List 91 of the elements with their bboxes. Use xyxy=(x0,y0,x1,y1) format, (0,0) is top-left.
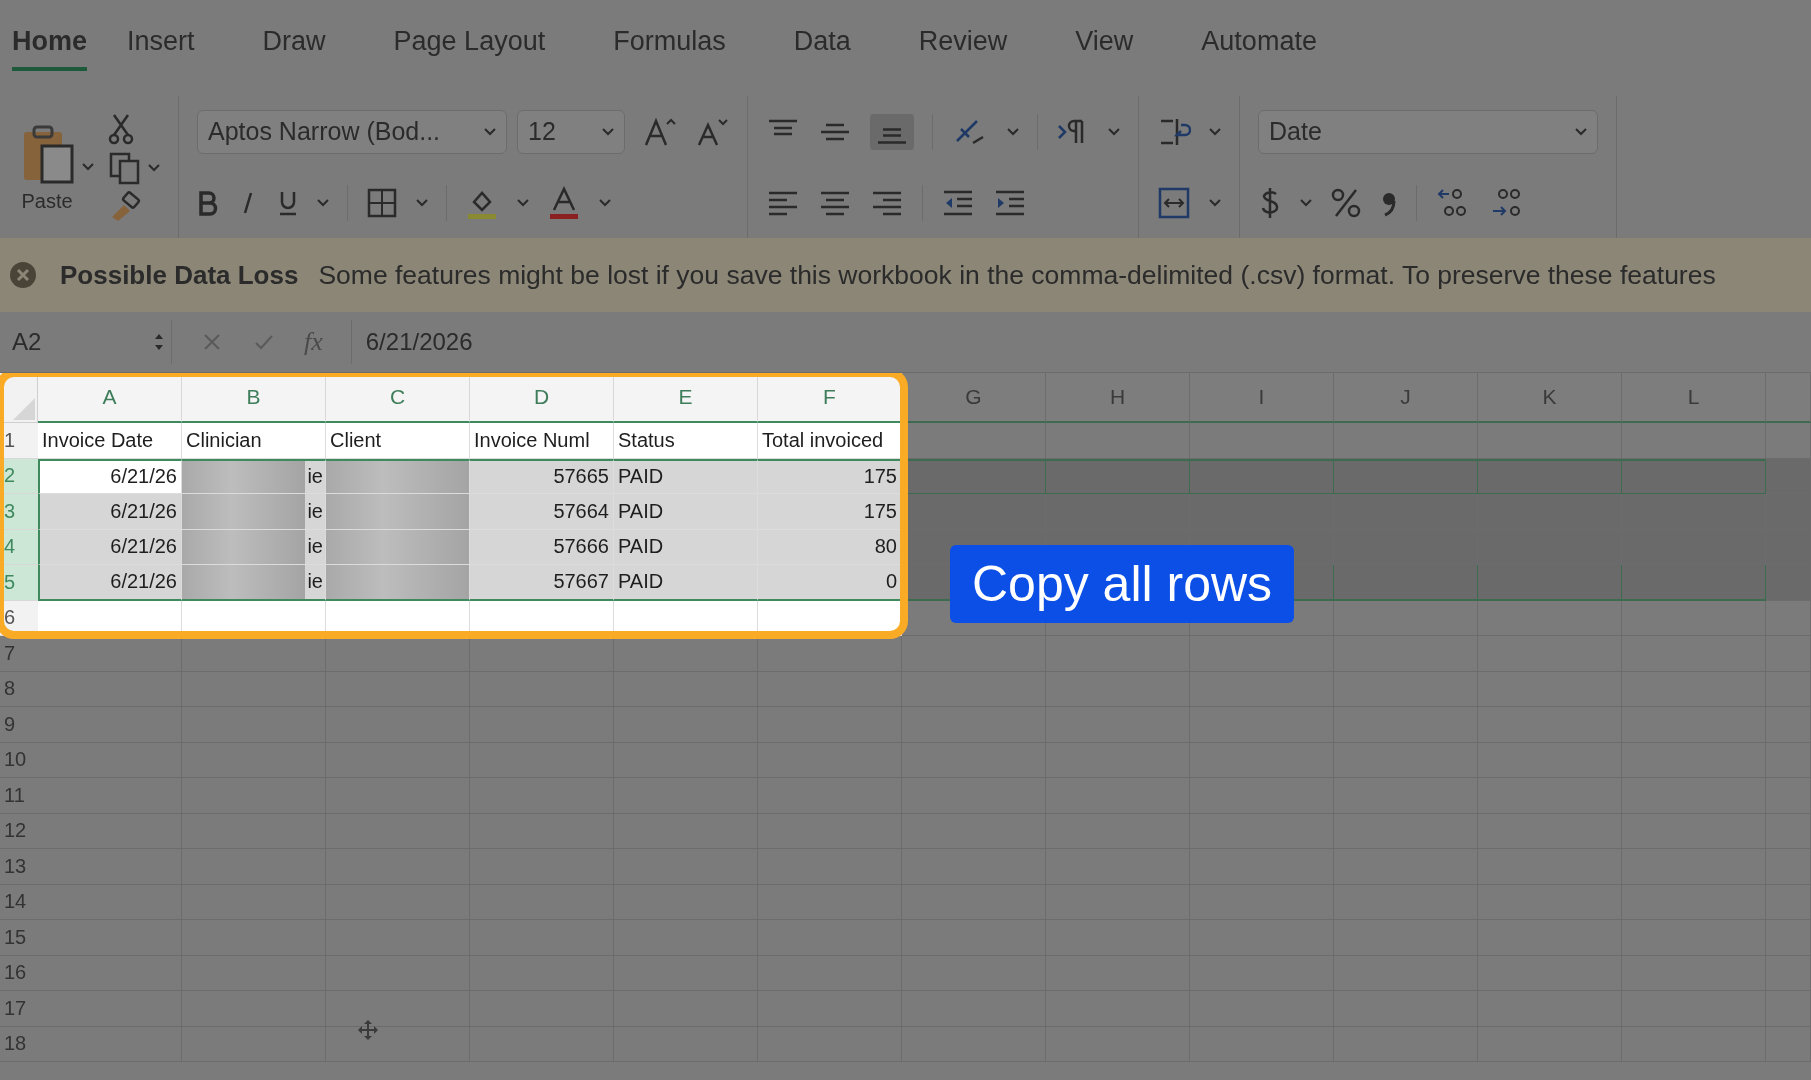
table-cell xyxy=(1766,600,1811,636)
banner-message: Some features might be lost if you save this workbook in the comma-delimited (.csv) format. To preserve these features xyxy=(318,259,1716,291)
caret-icon[interactable] xyxy=(148,164,160,172)
caret-icon xyxy=(484,127,496,136)
table-cell: Total invoiced xyxy=(758,423,902,459)
ribbon-tab[interactable]: Formulas xyxy=(613,17,754,71)
table-cell: Status xyxy=(614,423,758,459)
caret-icon[interactable] xyxy=(517,198,529,207)
caret-icon[interactable] xyxy=(599,198,611,207)
table-cell: PAID xyxy=(614,529,758,565)
ribbon-tab[interactable]: Draw xyxy=(262,17,354,71)
table-cell: 57667 xyxy=(470,565,614,601)
table-cell: Clinician xyxy=(182,423,326,459)
row-header[interactable]: 8 xyxy=(0,671,38,707)
paste-button[interactable]: Paste xyxy=(18,121,76,213)
table-cell: Invoice Numl xyxy=(470,423,614,459)
table-cell: 80 xyxy=(758,529,902,565)
table-cell xyxy=(1766,565,1811,601)
table-cell: 6/21/26 xyxy=(38,565,182,601)
table-cell: 57665 xyxy=(470,458,614,494)
row-header[interactable]: 7 xyxy=(0,636,38,672)
table-cell: 57666 xyxy=(470,529,614,565)
merge-cells-icon[interactable] xyxy=(1157,185,1191,220)
table-cell-text: ie xyxy=(306,535,324,559)
table-cell: 175 xyxy=(758,458,902,494)
caret-icon xyxy=(1575,127,1587,136)
row-header[interactable]: 14 xyxy=(0,884,38,920)
column-header[interactable]: H xyxy=(1046,373,1190,423)
row-header[interactable]: 11 xyxy=(0,778,38,814)
align-bottom-button[interactable] xyxy=(870,113,914,150)
row-header[interactable]: 13 xyxy=(0,849,38,885)
formula-field[interactable]: 6/21/2026 xyxy=(350,320,1811,364)
caret-icon[interactable] xyxy=(82,163,94,171)
table-cell: PAID xyxy=(614,565,758,601)
row-header[interactable]: 12 xyxy=(0,813,38,849)
table-cell xyxy=(1766,423,1811,459)
ribbon-tab[interactable]: Review xyxy=(918,17,1036,71)
table-cell: Invoice Date xyxy=(38,423,182,459)
caret-icon[interactable] xyxy=(416,198,428,207)
ribbon-tab[interactable]: Insert xyxy=(127,17,223,71)
move-cursor-icon xyxy=(356,1018,380,1042)
caret-icon[interactable] xyxy=(1108,127,1120,136)
caret-icon[interactable] xyxy=(1209,198,1221,207)
caret-icon[interactable] xyxy=(317,198,329,207)
table-cell: PAID xyxy=(614,458,758,494)
font-size-field[interactable]: 12 xyxy=(517,109,625,154)
table-cell: 6/21/26 xyxy=(38,494,182,530)
corner-triangle-icon xyxy=(11,396,37,422)
banner-title: Possible Data Loss xyxy=(60,259,299,291)
row-header[interactable]: 17 xyxy=(0,991,38,1027)
column-header[interactable]: L xyxy=(1622,373,1766,423)
table-cell xyxy=(1766,458,1811,494)
font-color-icon[interactable] xyxy=(547,185,581,220)
row-header[interactable]: 16 xyxy=(0,955,38,991)
ribbon-tab[interactable]: View xyxy=(1075,17,1162,71)
ribbon-tab[interactable]: Data xyxy=(793,17,879,71)
table-cell-text: ie xyxy=(306,499,324,523)
ribbon-tab[interactable]: Automate xyxy=(1201,17,1345,71)
caret-icon[interactable] xyxy=(1209,127,1221,136)
ribbon-tab[interactable]: Home xyxy=(12,17,87,71)
cut-icon[interactable] xyxy=(108,113,134,145)
row-header[interactable]: 18 xyxy=(0,1026,38,1062)
column-header[interactable]: I xyxy=(1190,373,1334,423)
caret-icon xyxy=(602,127,614,136)
table-cell: 175 xyxy=(758,494,902,530)
table-cell: 6/21/26 xyxy=(38,529,182,565)
table-cell: Client xyxy=(326,423,470,459)
name-box[interactable]: A2 xyxy=(6,320,172,364)
ribbon-tab[interactable]: Page Layout xyxy=(393,17,574,71)
borders-icon[interactable] xyxy=(366,186,398,219)
row-header[interactable]: 10 xyxy=(0,742,38,778)
callout-tooltip: Copy all rows xyxy=(950,545,1295,623)
caret-icon[interactable] xyxy=(1300,198,1312,207)
table-cell: 6/21/26 xyxy=(38,458,182,494)
row-header[interactable]: 9 xyxy=(0,707,38,743)
table-cell-text: ie xyxy=(306,570,324,594)
percent-icon[interactable] xyxy=(1330,186,1362,219)
table-cell: PAID xyxy=(614,494,758,530)
column-header[interactable]: K xyxy=(1478,373,1622,423)
bold-icon[interactable] xyxy=(197,189,219,216)
close-icon[interactable] xyxy=(8,260,38,290)
number-format-field[interactable]: Date xyxy=(1258,109,1598,154)
caret-icon[interactable] xyxy=(1007,127,1019,136)
align-bottom-icon xyxy=(878,127,906,144)
row-header[interactable]: 15 xyxy=(0,920,38,956)
table-cell: 57664 xyxy=(470,494,614,530)
copy-icon[interactable] xyxy=(108,151,142,185)
column-header[interactable]: J xyxy=(1334,373,1478,423)
table-cell-text: ie xyxy=(306,465,324,489)
table-cell: 0 xyxy=(758,565,902,601)
font-name-field[interactable]: Aptos Narrow (Bod... xyxy=(197,109,507,154)
